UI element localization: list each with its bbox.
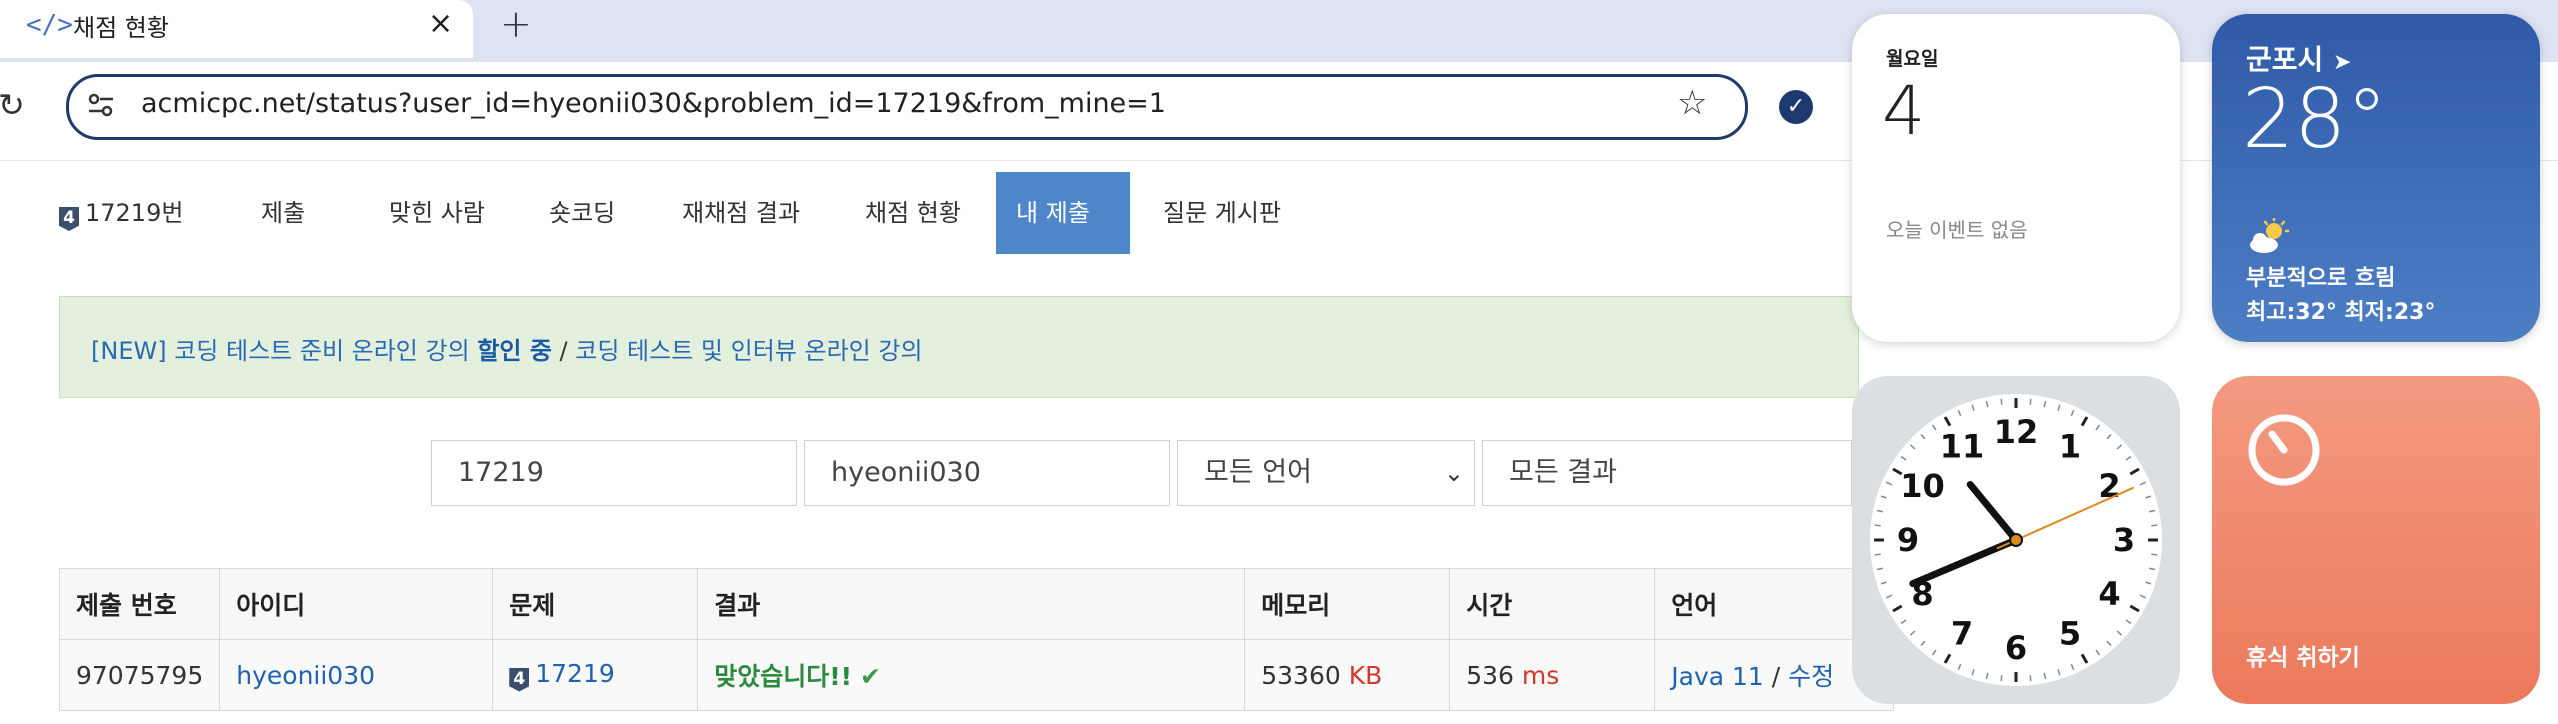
- clock-tick: [1874, 524, 1881, 527]
- clock-number: 4: [2098, 575, 2120, 613]
- language-select[interactable]: 모든 언어 ⌄: [1177, 440, 1475, 506]
- problem-id-input[interactable]: 17219: [431, 440, 797, 506]
- weather-widget[interactable]: 군포시 ➤ 28° 부분적으로 흐림 최고:32° 최저:23°: [2212, 14, 2540, 342]
- time-value: 536: [1466, 660, 1514, 690]
- calendar-date: 4: [1882, 72, 1926, 151]
- site-settings-icon[interactable]: [87, 91, 115, 123]
- notice-text-1: [NEW] 코딩 테스트 준비 온라인 강의: [91, 337, 478, 365]
- extension-check-icon[interactable]: ✓: [1779, 90, 1813, 124]
- notice-discount: 할인 중: [477, 337, 552, 365]
- user-id-input[interactable]: hyeonii030: [804, 440, 1170, 506]
- weather-temperature: 28°: [2242, 72, 2388, 167]
- clock-tick: [1874, 553, 1881, 556]
- language-separator: /: [1763, 662, 1789, 691]
- language-link[interactable]: Java 11: [1671, 662, 1764, 691]
- header-memory: 메모리: [1244, 568, 1451, 640]
- time-unit: ms: [1521, 660, 1560, 690]
- bookmark-star-icon[interactable]: ☆: [1677, 83, 1707, 123]
- language-select-value: 모든 언어: [1204, 457, 1312, 488]
- header-time: 시간: [1449, 568, 1656, 640]
- tab-status[interactable]: </> 채점 현황 ×: [0, 0, 473, 58]
- timer-widget[interactable]: 휴식 취하기: [2212, 376, 2540, 704]
- close-tab-icon[interactable]: ×: [428, 6, 453, 41]
- result-select[interactable]: 모든 결과: [1482, 440, 1852, 506]
- memory-value: 53360: [1261, 660, 1341, 690]
- calendar-day: 월요일: [1886, 48, 1939, 70]
- clock-number: 7: [1951, 615, 1973, 653]
- analog-clock: 12 1234567891011: [1870, 394, 2162, 686]
- nav-board[interactable]: 질문 게시판: [1143, 172, 1301, 254]
- nav-solvers[interactable]: 맞힌 사람: [369, 172, 505, 254]
- table-header-row: 제출 번호 아이디 문제 결과 메모리 시간 언어: [58, 568, 1895, 640]
- clock-number: 3: [2113, 521, 2135, 559]
- tier-badge-icon: 4: [509, 667, 530, 692]
- nav-status[interactable]: 채점 현황: [845, 172, 981, 254]
- nav-rejudge[interactable]: 재채점 결과: [662, 172, 820, 254]
- clock-tick: [2000, 675, 2003, 682]
- weather-condition: 부분적으로 흐림: [2246, 266, 2396, 291]
- cell-submission-id: 97075795: [58, 639, 221, 711]
- memory-unit: KB: [1348, 660, 1383, 690]
- clock-center: [2009, 533, 2023, 547]
- calendar-widget[interactable]: 월요일 4 오늘 이벤트 없음: [1852, 14, 2180, 342]
- edit-link[interactable]: 수정: [1788, 662, 1834, 691]
- partly-cloudy-icon: [2246, 216, 2292, 263]
- status-table: 제출 번호 아이디 문제 결과 메모리 시간 언어 97075795 hyeon…: [58, 568, 1895, 711]
- clock-number: 5: [2059, 615, 2081, 653]
- notice-separator: /: [551, 337, 576, 365]
- tier-badge-icon: 4: [59, 207, 79, 231]
- new-tab-button[interactable]: +: [500, 2, 532, 46]
- notice-link-lecture[interactable]: [NEW] 코딩 테스트 준비 온라인 강의 할인 중: [91, 337, 552, 365]
- clock-number: 6: [2005, 629, 2027, 667]
- clock-tick: [2029, 398, 2032, 405]
- check-icon: ✔: [860, 662, 881, 691]
- nav-problem-label: 17219번: [85, 199, 184, 227]
- clock-tick: [2151, 553, 2158, 556]
- nav-problem[interactable]: 4 17219번: [39, 172, 203, 254]
- nav-submit[interactable]: 제출: [241, 172, 325, 254]
- clock-number: 1: [2059, 427, 2081, 465]
- notice-link-interview[interactable]: 코딩 테스트 및 인터뷰 온라인 강의: [575, 337, 922, 365]
- address-bar[interactable]: acmicpc.net/status?user_id=hyeonii030&pr…: [66, 74, 1748, 140]
- notice-banner: [NEW] 코딩 테스트 준비 온라인 강의 할인 중 / 코딩 테스트 및 인…: [59, 296, 1859, 398]
- clock-tick: [2000, 398, 2003, 405]
- clock-number: 9: [1897, 521, 1919, 559]
- reload-icon[interactable]: ↻: [0, 86, 25, 124]
- user-link[interactable]: hyeonii030: [236, 661, 375, 690]
- clock-number: 11: [1940, 427, 1985, 465]
- clock-widget[interactable]: 12 1 2 3 4 5 6 7 8 9 10 11: [1852, 376, 2180, 704]
- nav-my-submissions[interactable]: 내 제출: [996, 172, 1130, 254]
- clock-tick: [2029, 675, 2032, 682]
- calendar-no-events: 오늘 이벤트 없음: [1886, 218, 2028, 242]
- result-accepted: 맞았습니다!!: [714, 662, 853, 691]
- header-submission-id: 제출 번호: [58, 568, 221, 640]
- nav-short-coding[interactable]: 숏코딩: [529, 172, 635, 254]
- header-problem: 문제: [492, 568, 699, 640]
- url-text[interactable]: acmicpc.net/status?user_id=hyeonii030&pr…: [141, 88, 1166, 119]
- code-icon: </>: [26, 10, 73, 40]
- clock-number: 10: [1900, 467, 1945, 505]
- header-user: 아이디: [219, 568, 494, 640]
- tab-title: 채점 현황: [73, 14, 169, 42]
- header-result: 결과: [697, 568, 1246, 640]
- timer-icon: [2246, 412, 2322, 492]
- clock-number: 12: [1994, 413, 2039, 451]
- clock-tick: [2151, 524, 2158, 527]
- timer-label: 휴식 취하기: [2246, 645, 2360, 671]
- problem-link[interactable]: 17219: [535, 659, 615, 688]
- chevron-down-icon: ⌄: [1443, 459, 1464, 487]
- weather-range: 최고:32° 최저:23°: [2246, 300, 2436, 325]
- table-row: 97075795 hyeonii030 4 17219 맞았습니다!! ✔ 533…: [58, 639, 1895, 711]
